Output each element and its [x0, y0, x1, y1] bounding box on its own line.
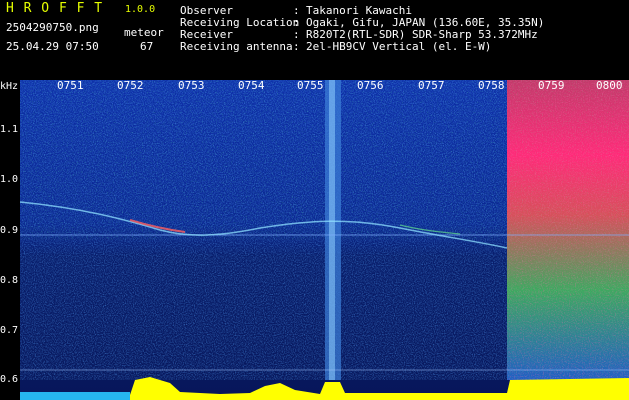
counter-value: 67	[140, 40, 154, 53]
time-tick: 0752	[117, 79, 144, 92]
time-tick: 0751	[57, 79, 84, 92]
y-tick: 0.9	[0, 225, 19, 236]
time-tick: 0759	[538, 79, 565, 92]
time-tick: 0755	[297, 79, 324, 92]
y-tick: 1.1	[0, 124, 19, 135]
app-title: H R O F F T	[6, 1, 104, 16]
y-tick: 1.0	[0, 174, 19, 185]
info-sep: :	[293, 40, 300, 53]
spectrogram	[20, 80, 629, 400]
y-tick: 0.7	[0, 325, 19, 336]
info-value-antenna: 2el-HB9CV Vertical (el. E-W)	[306, 40, 492, 53]
app-version: 1.0.0	[125, 4, 156, 15]
time-tick: 0754	[238, 79, 265, 92]
header: H R O F F T 1.0.0 2504290750.png meteor …	[0, 0, 629, 80]
spectrogram-canvas	[20, 80, 629, 400]
y-tick: 0.6	[0, 374, 19, 385]
info-label-antenna: Receiving antenna	[180, 40, 293, 53]
file-name: 2504290750.png	[6, 21, 99, 34]
counter-label: meteor	[124, 26, 164, 39]
file-datetime: 25.04.29 07:50	[6, 40, 99, 53]
y-axis-unit: kHz	[0, 81, 19, 92]
y-tick: 0.8	[0, 275, 19, 286]
time-tick: 0757	[418, 79, 445, 92]
time-tick: 0753	[178, 79, 205, 92]
time-tick: 0758	[478, 79, 505, 92]
time-tick: 0756	[357, 79, 384, 92]
time-tick: 0800	[596, 79, 623, 92]
